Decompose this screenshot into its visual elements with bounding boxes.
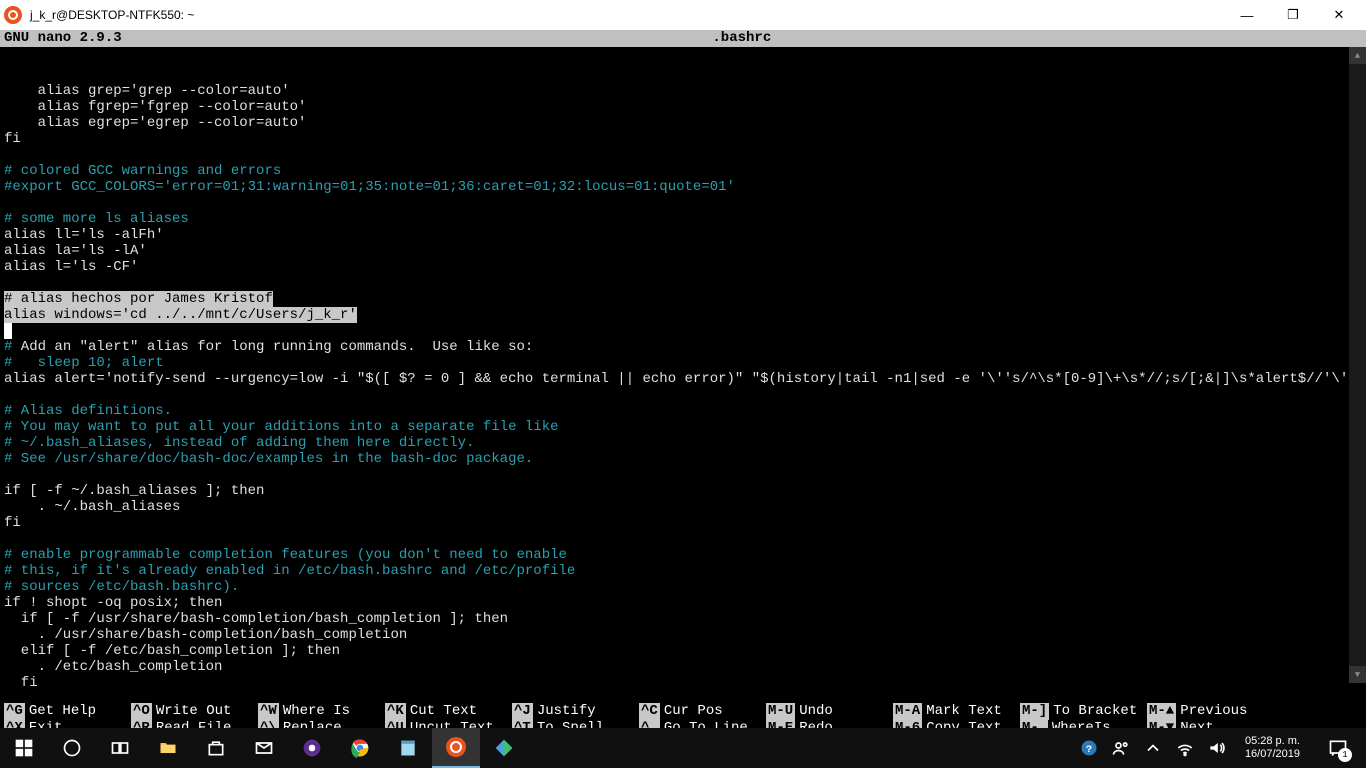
shortcut-key: M-U [766,703,795,720]
editor-line: alias la='ls -lA' [4,243,147,259]
editor-line: alias alert='notify-send --urgency=low -… [4,371,1366,387]
shortcut-label: Cur Pos [664,703,723,720]
shortcut-key: ^C [639,703,660,720]
shortcut-label: Write Out [156,703,232,720]
window-titlebar: j_k_r@DESKTOP-NTFK550: ~ — ❐ ✕ [0,0,1366,30]
close-button[interactable]: ✕ [1316,0,1362,30]
task-view-icon[interactable] [96,728,144,768]
editor-area[interactable]: alias grep='grep --color=auto' alias fgr… [0,47,1366,703]
shortcut-key: ^K [385,703,406,720]
nano-shortcut: M-UUndo [766,703,893,720]
editor-scrollbar[interactable]: ▲ ▼ [1349,47,1366,683]
editor-line: fi [4,515,21,531]
volume-icon[interactable] [1207,738,1227,758]
people-icon[interactable] [1111,738,1131,758]
app-diamond-icon[interactable] [480,728,528,768]
nano-version: GNU nano 2.9.3 [4,30,122,47]
editor-line: alias fgrep='fgrep --color=auto' [4,99,306,115]
editor-line: # See /usr/share/doc/bash-doc/examples i… [4,451,533,467]
notepad-icon[interactable] [384,728,432,768]
editor-line: . /usr/share/bash-completion/bash_comple… [4,627,407,643]
nano-shortcut: ^WWhere Is [258,703,385,720]
nano-shortcut: ^OWrite Out [131,703,258,720]
clock-time: 05:28 p. m. [1245,735,1300,748]
editor-line: . ~/.bash_aliases [4,499,180,515]
editor-line: alias l='ls -CF' [4,259,138,275]
editor-line: # ~/.bash_aliases, instead of adding the… [4,435,474,451]
clock-date: 16/07/2019 [1245,748,1300,761]
editor-line: if ! shopt -oq posix; then [4,595,222,611]
nano-shortcut: M-▲Previous [1147,703,1274,720]
shortcut-key: ^O [131,703,152,720]
editor-line: alias egrep='egrep --color=auto' [4,115,306,131]
file-explorer-icon[interactable] [144,728,192,768]
shortcut-label: To Bracket [1053,703,1137,720]
help-icon[interactable]: ? [1079,739,1099,757]
nano-shortcut: M-]To Bracket [1020,703,1147,720]
cortana-icon[interactable] [48,728,96,768]
minimize-button[interactable]: — [1224,0,1270,30]
notification-badge: 1 [1338,748,1352,762]
ubuntu-terminal-icon[interactable] [432,728,480,768]
tray-chevron-icon[interactable] [1143,738,1163,758]
editor-line: . /etc/bash_completion [4,659,222,675]
nano-header: GNU nano 2.9.3 .bashrc [0,30,1366,47]
shortcut-key: M-A [893,703,922,720]
shortcut-label: Get Help [29,703,96,720]
editor-line: Add an "alert" alias for long running co… [12,339,533,355]
editor-line: alias ll='ls -alFh' [4,227,164,243]
microsoft-store-icon[interactable] [192,728,240,768]
chrome-icon[interactable] [336,728,384,768]
shortcut-key: ^J [512,703,533,720]
editor-line: # enable programmable completion feature… [4,547,567,563]
action-center-icon[interactable]: 1 [1318,728,1358,768]
system-tray: ? 05:28 p. m. 16/07/2019 1 [1079,728,1366,768]
shortcut-label: Previous [1180,703,1247,720]
editor-line: # sleep 10; alert [4,355,164,371]
editor-line: elif [ -f /etc/bash_completion ]; then [4,643,340,659]
window-title: j_k_r@DESKTOP-NTFK550: ~ [30,8,1216,22]
editor-line-selected: # alias hechos por James Kristof [4,291,273,307]
shortcut-label: Cut Text [410,703,477,720]
taskbar-clock[interactable]: 05:28 p. m. 16/07/2019 [1239,735,1306,761]
shortcut-label: Where Is [283,703,350,720]
windows-taskbar: ? 05:28 p. m. 16/07/2019 1 [0,728,1366,768]
editor-line: alias grep='grep --color=auto' [4,83,290,99]
editor-line: # some more ls aliases [4,211,189,227]
nano-shortcut: M-AMark Text [893,703,1020,720]
scroll-down-icon[interactable]: ▼ [1349,666,1366,683]
editor-line: # You may want to put all your additions… [4,419,559,435]
editor-line-selected: alias windows='cd ../../mnt/c/Users/j_k_… [4,307,357,323]
ubuntu-icon [4,6,22,24]
nano-shortcut: ^CCur Pos [639,703,766,720]
shortcut-key: ^G [4,703,25,720]
shortcut-key: ^W [258,703,279,720]
editor-line: # Alias definitions. [4,403,172,419]
editor-line: fi [4,131,21,147]
shortcut-key: M-] [1020,703,1049,720]
editor-line: if [ -f /usr/share/bash-completion/bash_… [4,611,508,627]
nano-filename: .bashrc [122,30,1362,47]
nano-shortcut: ^JJustify [512,703,639,720]
shortcut-key: M-▲ [1147,703,1176,720]
start-button[interactable] [0,728,48,768]
editor-line: # this, if it's already enabled in /etc/… [4,563,575,579]
scroll-up-icon[interactable]: ▲ [1349,47,1366,64]
app-purple-icon[interactable] [288,728,336,768]
editor-line: # sources /etc/bash.bashrc). [4,579,239,595]
editor-line: if [ -f ~/.bash_aliases ]; then [4,483,264,499]
editor-line: #export GCC_COLORS='error=01;31:warning=… [4,179,735,195]
mail-icon[interactable] [240,728,288,768]
svg-text:?: ? [1086,744,1092,756]
nano-shortcut: ^KCut Text [385,703,512,720]
shortcut-label: Undo [799,703,833,720]
shortcut-label: Mark Text [926,703,1002,720]
editor-line: fi [4,675,38,691]
shortcut-label: Justify [537,703,596,720]
wifi-icon[interactable] [1175,738,1195,758]
editor-line: # colored GCC warnings and errors [4,163,281,179]
nano-shortcut: ^GGet Help [4,703,131,720]
maximize-button[interactable]: ❐ [1270,0,1316,30]
